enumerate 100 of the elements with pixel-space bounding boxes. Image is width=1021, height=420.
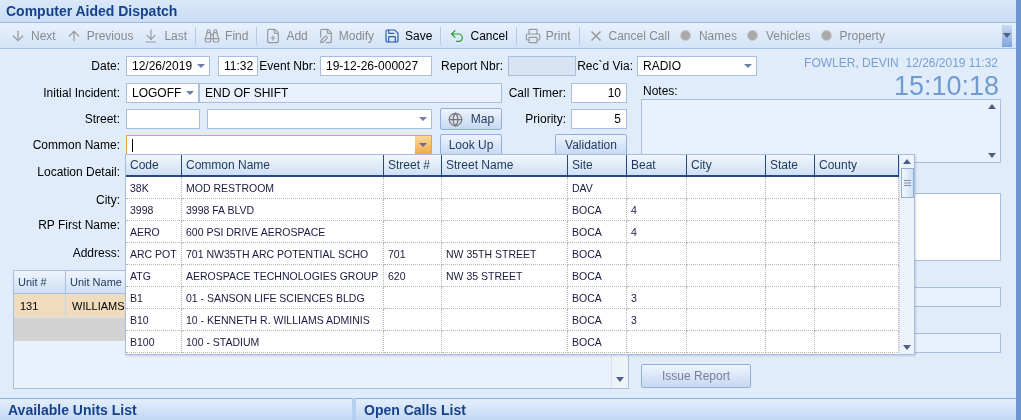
table-cell: 131 xyxy=(14,294,66,317)
panel-header: Available Units List xyxy=(0,398,352,420)
dropdown-button[interactable] xyxy=(415,136,431,154)
table-cell: 100 - STADIUM xyxy=(182,331,384,353)
panel-header: Open Calls List xyxy=(356,398,1016,420)
column-header[interactable]: Common Name xyxy=(182,155,384,177)
caret-icon xyxy=(186,91,194,95)
scrollbar[interactable] xyxy=(899,155,914,354)
field-label: Initial Incident: xyxy=(42,86,121,100)
table-cell xyxy=(766,265,815,287)
table-cell: B1 xyxy=(126,287,182,309)
undo-icon xyxy=(449,27,466,44)
user-info: FOWLER, DEVIN 12/26/2019 11:32 xyxy=(804,56,999,70)
table-cell xyxy=(384,199,442,221)
input-field[interactable]: 10 xyxy=(571,83,627,103)
table-cell: 600 PSI DRIVE AEROSPACE xyxy=(182,221,384,243)
field-label: RP First Name: xyxy=(37,218,121,232)
table-cell xyxy=(766,331,815,353)
table-cell: 701 NW35TH ARC POTENTIAL SCHO xyxy=(182,243,384,265)
table-cell xyxy=(384,287,442,309)
table-cell: BOCA xyxy=(568,287,627,309)
table-cell: DAV xyxy=(568,177,627,199)
field-label: Event Nbr: xyxy=(258,59,317,73)
save-icon xyxy=(384,27,401,44)
radio-dot-icon xyxy=(820,30,832,41)
table-cell: BOCA xyxy=(568,199,627,221)
date-dropdown[interactable]: 12/26/2019 xyxy=(126,56,210,76)
table-cell: AERO xyxy=(126,221,182,243)
table-cell: 701 xyxy=(384,243,442,265)
table-cell: B100 xyxy=(126,331,182,353)
time-field[interactable]: 11:32 xyxy=(218,56,258,76)
binoculars-icon xyxy=(204,27,221,44)
table-cell xyxy=(384,177,442,199)
column-header[interactable]: Unit # xyxy=(14,271,66,294)
table-cell: 4 xyxy=(627,199,687,221)
table-cell: ARC POT xyxy=(126,243,182,265)
down-arrow-icon xyxy=(988,153,996,158)
table-cell xyxy=(627,265,687,287)
scroll-thumb[interactable] xyxy=(900,168,914,198)
text-cursor xyxy=(132,138,133,152)
overflow-button[interactable] xyxy=(1002,24,1012,47)
table-cell: 3 xyxy=(627,309,687,331)
dropdown[interactable]: RADIO xyxy=(637,56,757,76)
radio-dot-icon xyxy=(679,30,691,41)
toolbar-button[interactable]: Save xyxy=(380,24,437,47)
look-up-button[interactable]: Look Up xyxy=(440,134,502,156)
caret-icon xyxy=(419,117,427,121)
window-title: Computer Aided Dispatch xyxy=(6,3,178,19)
table-cell xyxy=(766,309,815,331)
up-arrow-icon xyxy=(988,104,996,109)
caret-icon xyxy=(744,64,752,68)
description-field: END OF SHIFT xyxy=(199,83,502,103)
table-cell xyxy=(627,331,687,353)
field-label: Rec`d Via: xyxy=(576,59,634,73)
column-header[interactable]: Street Name xyxy=(442,155,568,177)
grip-icon xyxy=(903,180,911,186)
field-label: City: xyxy=(95,193,121,207)
table-cell: AEROSPACE TECHNOLOGIES GROUP xyxy=(182,265,384,287)
globe-icon xyxy=(447,111,463,127)
street-dropdown[interactable] xyxy=(207,109,432,129)
column-header[interactable]: Site xyxy=(568,155,627,177)
table-cell xyxy=(766,177,815,199)
column-header[interactable]: City xyxy=(687,155,766,177)
input-field[interactable]: 19-12-26-000027 xyxy=(320,56,432,76)
map-button[interactable]: Map xyxy=(440,108,502,130)
table-cell xyxy=(384,331,442,353)
table-cell xyxy=(766,287,815,309)
incident-dropdown[interactable]: LOGOFF xyxy=(126,83,199,103)
caret-icon xyxy=(197,64,205,68)
file-plus-icon xyxy=(265,27,282,44)
field-label: Common Name: xyxy=(31,138,121,152)
field-label: Notes: xyxy=(643,84,678,98)
input-field[interactable]: 5 xyxy=(571,109,627,129)
field-label: Report Nbr: xyxy=(439,59,504,73)
table-cell: 38K xyxy=(126,177,182,199)
common-name-dropdown[interactable] xyxy=(126,135,432,155)
table-cell: 3998 FA BLVD xyxy=(182,199,384,221)
table-cell: BOCA xyxy=(568,243,627,265)
column-header[interactable]: Street # xyxy=(384,155,442,177)
table-cell xyxy=(384,309,442,331)
table-cell: NW 35TH STREET xyxy=(442,243,568,265)
table-cell: BOCA xyxy=(568,331,627,353)
column-header[interactable]: County xyxy=(815,155,899,177)
down-arrow-icon xyxy=(903,345,911,350)
overflow-icon xyxy=(1003,33,1011,38)
up-arrow-icon xyxy=(903,159,911,164)
toolbar-button[interactable]: Cancel xyxy=(445,24,512,47)
table-cell: B10 xyxy=(126,309,182,331)
table-cell: ATG xyxy=(126,265,182,287)
column-header[interactable]: State xyxy=(766,155,815,177)
table-cell xyxy=(766,221,815,243)
table-cell: 3998 xyxy=(126,199,182,221)
column-header[interactable]: Code xyxy=(126,155,182,177)
column-header[interactable]: Beat xyxy=(627,155,687,177)
down-arrow-icon xyxy=(616,377,624,382)
table-cell: 3 xyxy=(627,287,687,309)
table-cell: 4 xyxy=(627,221,687,243)
table-cell xyxy=(384,221,442,243)
validation-button[interactable]: Validation xyxy=(555,134,627,156)
input-field[interactable] xyxy=(126,109,200,129)
